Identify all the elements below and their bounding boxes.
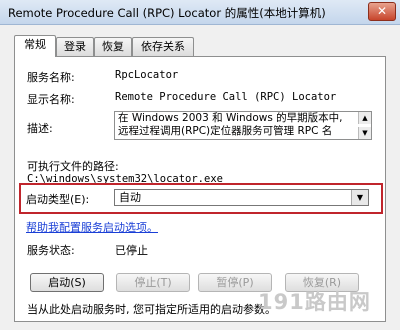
tab-general[interactable]: 常规 bbox=[14, 35, 56, 57]
description-line-1: 在 Windows 2003 和 Windows 的早期版本中, bbox=[118, 112, 343, 124]
service-name-label: 服务名称: bbox=[27, 71, 75, 84]
service-status-label: 服务状态: bbox=[27, 244, 75, 257]
title-bar: Remote Procedure Call (RPC) Locator 的属性(… bbox=[0, 0, 400, 25]
description-label: 描述: bbox=[27, 122, 53, 135]
chevron-down-icon[interactable]: ▼ bbox=[351, 190, 368, 205]
startup-type-value: 自动 bbox=[119, 191, 141, 204]
close-button[interactable]: ✕ bbox=[368, 2, 396, 21]
startup-type-label: 启动类型(E): bbox=[26, 193, 90, 206]
scroll-down-icon[interactable]: ▼ bbox=[358, 127, 371, 139]
service-name-value: RpcLocator bbox=[115, 69, 179, 81]
tab-recovery[interactable]: 恢复 bbox=[94, 37, 132, 56]
description-box[interactable]: 在 Windows 2003 和 Windows 的早期版本中, 远程过程调用(… bbox=[114, 111, 372, 140]
scroll-up-icon[interactable]: ▲ bbox=[358, 112, 371, 124]
tab-logon[interactable]: 登录 bbox=[56, 37, 94, 56]
help-configure-link[interactable]: 帮助我配置服务启动选项。 bbox=[26, 219, 158, 235]
display-name-value: Remote Procedure Call (RPC) Locator bbox=[115, 91, 337, 103]
service-status-value: 已停止 bbox=[115, 244, 148, 257]
exe-path-label: 可执行文件的路径: bbox=[27, 160, 119, 173]
footer-hint: 当从此处启动服务时, 您可指定所适用的启动参数。 bbox=[27, 303, 276, 316]
window-title: Remote Procedure Call (RPC) Locator 的属性(… bbox=[8, 6, 326, 20]
startup-type-select[interactable]: 自动 ▼ bbox=[114, 189, 369, 206]
stop-button[interactable]: 停止(T) bbox=[116, 273, 190, 292]
watermark-logo: 191路由网 bbox=[258, 290, 371, 314]
display-name-label: 显示名称: bbox=[27, 93, 75, 106]
description-line-2: 远程过程调用(RPC)定位器服务可管理 RPC 名 bbox=[118, 125, 333, 137]
tab-dependencies[interactable]: 依存关系 bbox=[132, 37, 194, 56]
close-icon: ✕ bbox=[376, 4, 388, 18]
start-button[interactable]: 启动(S) bbox=[30, 273, 104, 292]
